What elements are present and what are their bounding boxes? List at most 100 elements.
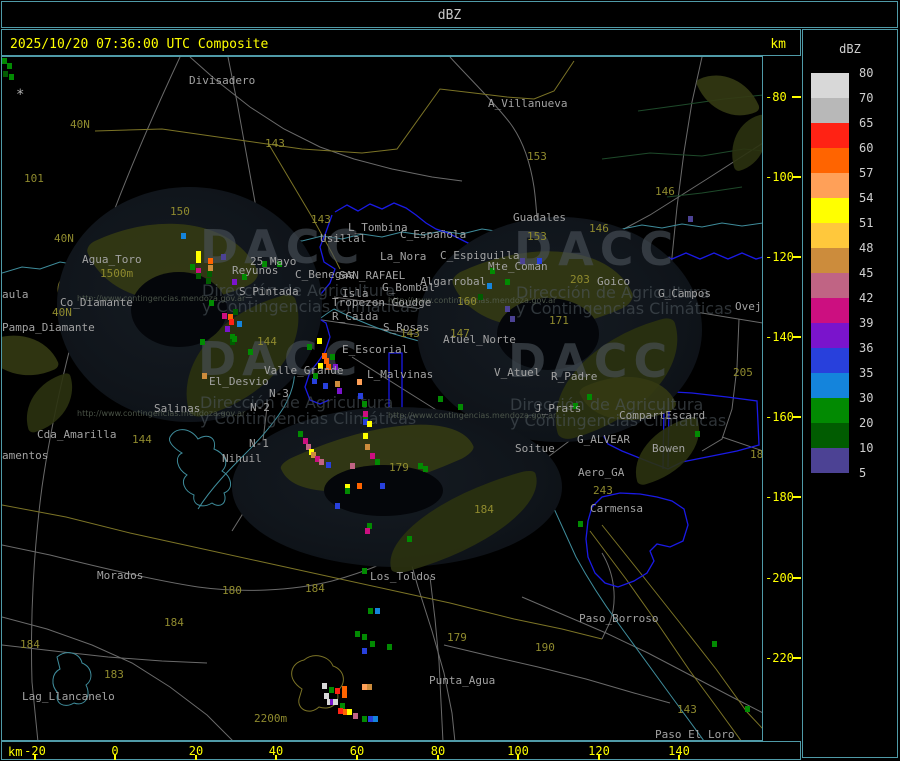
radar-echo-pixel bbox=[190, 264, 195, 270]
route-number-label: 153 bbox=[527, 230, 547, 243]
legend-swatch bbox=[811, 123, 849, 148]
place-label: Divisadero bbox=[189, 74, 256, 87]
radar-echo-pixel bbox=[333, 699, 338, 705]
radar-echo-pixel bbox=[330, 354, 335, 360]
route-number-label: 143 bbox=[265, 137, 285, 150]
route-number-label: 203 bbox=[570, 273, 590, 286]
radar-map[interactable]: DACC Dirección de Agricultura y Contingenc… bbox=[1, 56, 763, 741]
radar-echo-pixel bbox=[587, 394, 592, 400]
radar-echo-pixel bbox=[487, 283, 492, 289]
radar-echo-pixel bbox=[367, 684, 372, 690]
place-label: Atuel_Norte bbox=[443, 333, 516, 346]
radar-echo-pixel bbox=[370, 641, 375, 647]
radar-echo-pixel bbox=[365, 528, 370, 534]
bottom-axis-tick bbox=[517, 755, 519, 760]
radar-echo-pixel bbox=[329, 687, 334, 693]
radar-echo-pixel bbox=[202, 373, 207, 379]
radar-echo-pixel bbox=[345, 488, 350, 494]
bottom-axis-tick bbox=[275, 755, 277, 760]
radar-echo-pixel bbox=[373, 716, 378, 722]
radar-echo-pixel bbox=[362, 634, 367, 640]
bottom-axis-tick bbox=[356, 755, 358, 760]
bottom-axis-tick bbox=[195, 755, 197, 760]
legend-swatch bbox=[811, 398, 849, 423]
legend-value: 42 bbox=[859, 291, 874, 305]
place-label: amentos bbox=[2, 449, 49, 462]
radar-echo-pixel bbox=[363, 433, 368, 439]
route-number-label: 179 bbox=[389, 461, 409, 474]
legend-value: 36 bbox=[859, 341, 874, 355]
radar-echo-pixel bbox=[745, 706, 750, 712]
route-number-label: 153 bbox=[527, 150, 547, 163]
radar-echo-pixel bbox=[510, 316, 515, 322]
place-label: Co_Diamante bbox=[60, 296, 133, 309]
legend-swatch bbox=[811, 148, 849, 173]
radar-echo-pixel bbox=[505, 279, 510, 285]
place-label: Pampa_Diamante bbox=[2, 321, 95, 334]
radar-echo-pixel bbox=[322, 683, 327, 689]
leaf-shape bbox=[722, 114, 762, 173]
route-number-label: 184 bbox=[474, 503, 494, 516]
right-axis-tick bbox=[792, 256, 801, 258]
radar-echo-pixel bbox=[407, 536, 412, 542]
radar-echo-pixel bbox=[206, 278, 211, 284]
bottom-axis-tick bbox=[598, 755, 600, 760]
legend-swatch bbox=[811, 273, 849, 298]
place-label: Punta_Agua bbox=[429, 674, 496, 687]
route-number-label: 180 bbox=[222, 584, 242, 597]
place-label: Cda_Amarilla bbox=[37, 428, 117, 441]
right-axis-label: -180 bbox=[765, 490, 794, 504]
asterisk-marker: * bbox=[16, 87, 25, 103]
legend-value: 35 bbox=[859, 366, 874, 380]
place-label: Los_Toldos bbox=[370, 570, 437, 583]
radar-echo-pixel bbox=[229, 319, 234, 325]
legend-swatch bbox=[811, 173, 849, 198]
radar-echo-pixel bbox=[7, 63, 12, 69]
route-number-label: 180 bbox=[750, 448, 763, 461]
radar-echo-pixel bbox=[505, 306, 510, 312]
place-label: Tropezon Goudge bbox=[332, 296, 432, 309]
radar-echo-pixel bbox=[319, 459, 324, 465]
legend-value: 39 bbox=[859, 316, 874, 330]
radar-echo-pixel bbox=[357, 379, 362, 385]
bottom-axis-tick bbox=[34, 755, 36, 760]
place-label: R_Caida bbox=[332, 310, 379, 323]
legend-value: 10 bbox=[859, 441, 874, 455]
radar-echo-pixel bbox=[578, 521, 583, 527]
place-label: N-3 bbox=[269, 387, 289, 400]
radar-echo-pixel bbox=[367, 421, 372, 427]
place-label: Soitue bbox=[515, 442, 555, 455]
radar-echo-pixel bbox=[387, 644, 392, 650]
legend-value: 48 bbox=[859, 241, 874, 255]
logo-inner-circle bbox=[324, 464, 444, 516]
legend-value: 60 bbox=[859, 141, 874, 155]
radar-echo-pixel bbox=[362, 568, 367, 574]
legend-swatch bbox=[811, 373, 849, 398]
route-number-label: 143 bbox=[311, 213, 331, 226]
route-number-label: 183 bbox=[104, 668, 124, 681]
right-axis: -80 -100 -120 -140 -160 -180 -200 -220 bbox=[763, 56, 802, 741]
legend-swatch bbox=[811, 298, 849, 323]
place-label: A_Villanueva bbox=[488, 97, 568, 110]
radar-echo-pixel bbox=[365, 444, 370, 450]
right-axis-label: -120 bbox=[765, 250, 794, 264]
radar-echo-pixel bbox=[222, 313, 227, 319]
legend-value: 65 bbox=[859, 116, 874, 130]
place-label: N-2 bbox=[250, 401, 270, 414]
legend-title: dBZ bbox=[839, 42, 861, 56]
radar-echo-pixel bbox=[335, 688, 340, 694]
place-label: Mte_Coman bbox=[488, 260, 548, 273]
bottom-axis-unit: km bbox=[8, 745, 23, 759]
radar-echo-pixel bbox=[695, 431, 700, 437]
route-number-label: 40N bbox=[54, 232, 74, 245]
legend-swatch bbox=[811, 323, 849, 348]
right-axis-label: -160 bbox=[765, 410, 794, 424]
legend-value: 30 bbox=[859, 391, 874, 405]
radar-echo-pixel bbox=[208, 258, 213, 264]
route-number-label: 179 bbox=[447, 631, 467, 644]
legend-value: 51 bbox=[859, 216, 874, 230]
right-axis-tick bbox=[792, 176, 801, 178]
right-axis-tick bbox=[792, 496, 801, 498]
radar-echo-pixel bbox=[357, 483, 362, 489]
route-number-label: 184 bbox=[305, 582, 325, 595]
